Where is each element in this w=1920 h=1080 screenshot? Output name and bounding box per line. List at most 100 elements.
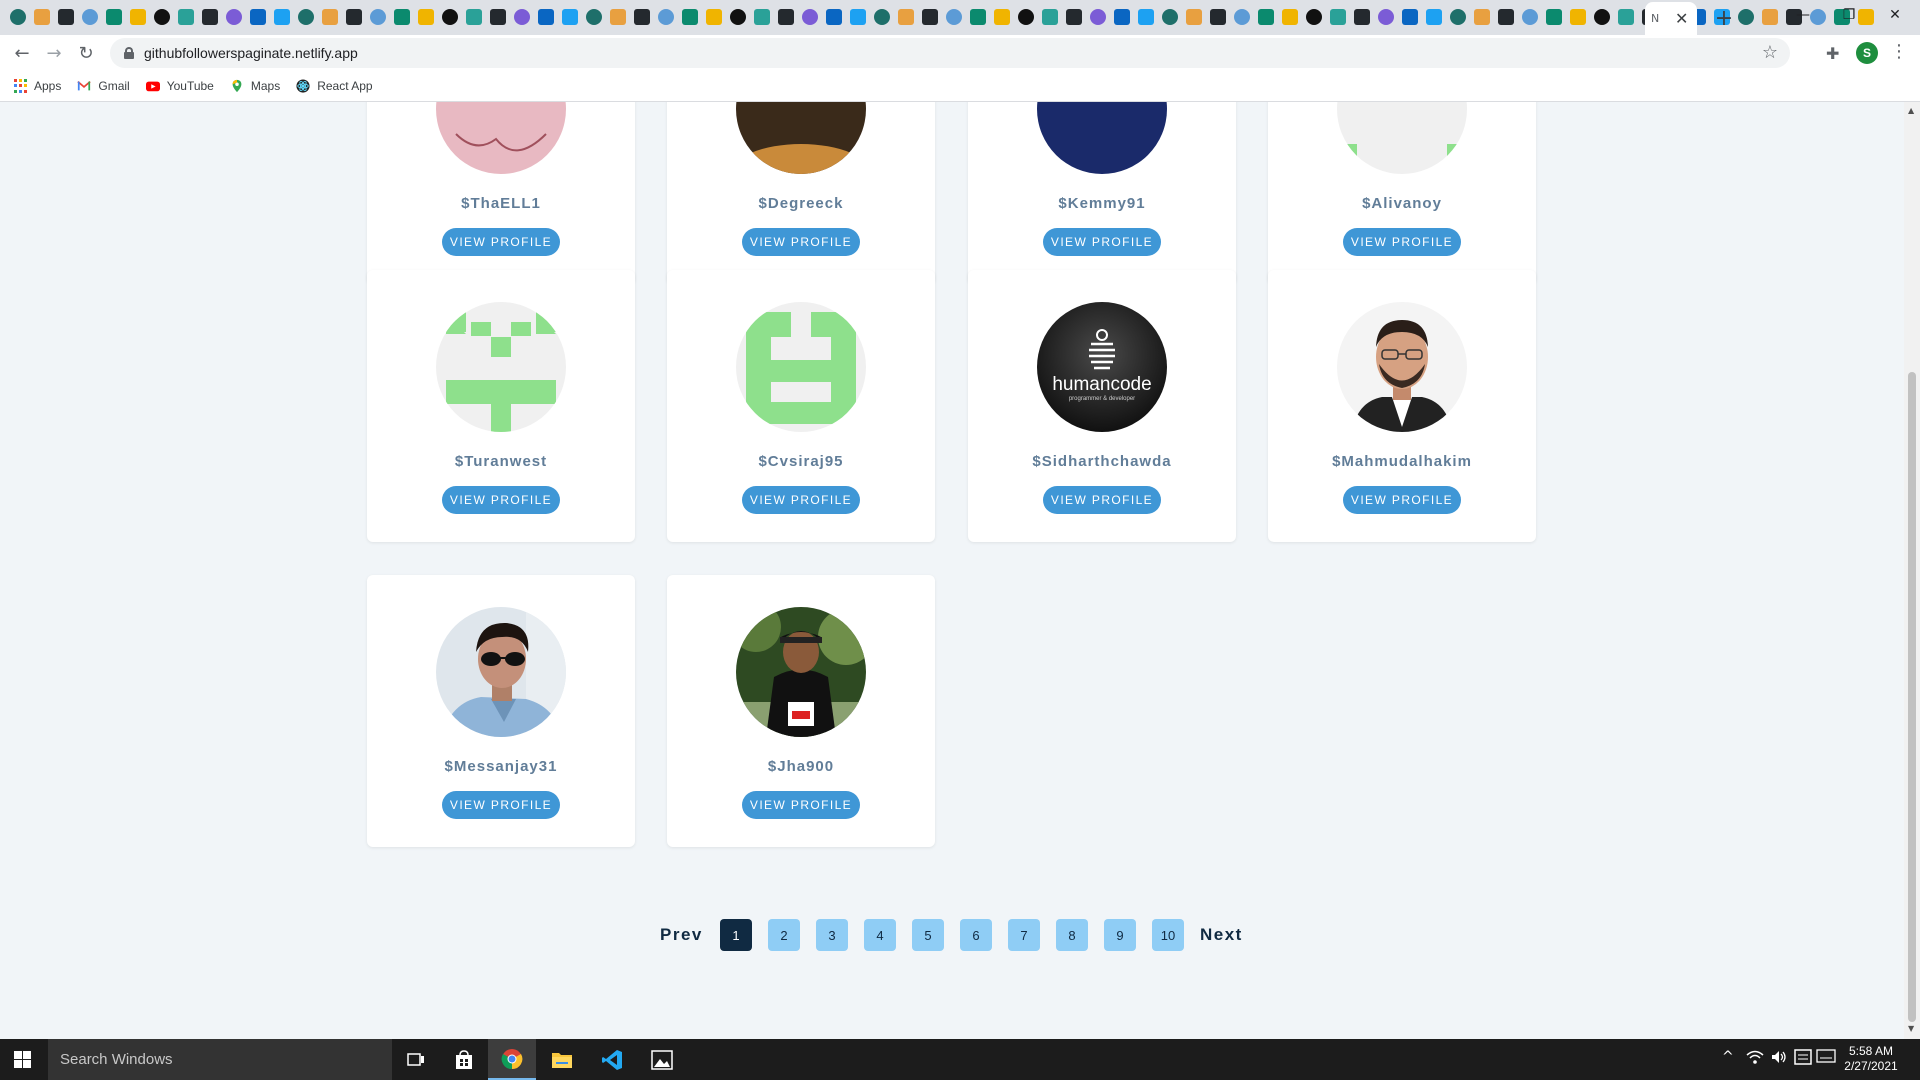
tab-favicon-icon[interactable] xyxy=(824,7,844,27)
tab-favicon-icon[interactable] xyxy=(1520,7,1540,27)
tab-favicon-icon[interactable] xyxy=(1352,7,1372,27)
tab-favicon-icon[interactable] xyxy=(32,7,52,27)
tab-favicon-icon[interactable] xyxy=(416,7,436,27)
tab-favicon-icon[interactable] xyxy=(872,7,892,27)
tab-favicon-icon[interactable] xyxy=(1088,7,1108,27)
tab-favicon-icon[interactable] xyxy=(1568,7,1588,27)
next-button[interactable]: Next xyxy=(1200,925,1243,945)
view-profile-button[interactable]: VIEW PROFILE xyxy=(442,791,560,819)
page-button-10[interactable]: 10 xyxy=(1152,919,1184,951)
tab-favicon-icon[interactable] xyxy=(200,7,220,27)
tab-favicon-icon[interactable] xyxy=(1424,7,1444,27)
tab-favicon-icon[interactable] xyxy=(680,7,700,27)
window-close-icon[interactable]: ✕ xyxy=(1872,0,1918,30)
menu-kebab-icon[interactable]: ⋮ xyxy=(1890,41,1908,62)
tab-favicon-icon[interactable] xyxy=(1016,7,1036,27)
page-button-7[interactable]: 7 xyxy=(1008,919,1040,951)
extensions-puzzle-icon[interactable]: ✚ xyxy=(1826,44,1839,63)
back-arrow-icon[interactable]: ← xyxy=(10,41,34,65)
tab-favicon-icon[interactable] xyxy=(1040,7,1060,27)
view-profile-button[interactable]: VIEW PROFILE xyxy=(742,791,860,819)
minimize-icon[interactable]: — xyxy=(1780,0,1826,30)
page-button-6[interactable]: 6 xyxy=(960,919,992,951)
tab-favicon-icon[interactable] xyxy=(1472,7,1492,27)
page-button-2[interactable]: 2 xyxy=(768,919,800,951)
tab-favicon-icon[interactable] xyxy=(1304,7,1324,27)
tab-favicon-icon[interactable] xyxy=(920,7,940,27)
tab-favicon-icon[interactable] xyxy=(1064,7,1084,27)
tab-favicon-icon[interactable] xyxy=(656,7,676,27)
tab-favicon-icon[interactable] xyxy=(368,7,388,27)
tab-favicon-icon[interactable] xyxy=(1184,7,1204,27)
wifi-icon[interactable] xyxy=(1746,1049,1764,1069)
tab-favicon-icon[interactable] xyxy=(800,7,820,27)
tab-favicon-icon[interactable] xyxy=(176,7,196,27)
tab-favicon-icon[interactable] xyxy=(992,7,1012,27)
close-tab-icon[interactable]: ✕ xyxy=(1675,9,1688,28)
tab-favicon-icon[interactable] xyxy=(752,7,772,27)
tab-favicon-icon[interactable] xyxy=(632,7,652,27)
active-tab[interactable]: N ✕ xyxy=(1645,2,1697,35)
bookmark-gmail[interactable]: Gmail xyxy=(77,79,130,93)
tab-favicon-icon[interactable] xyxy=(896,7,916,27)
tab-favicon-icon[interactable] xyxy=(1280,7,1300,27)
reload-icon[interactable]: ↻ xyxy=(74,41,98,65)
tab-favicon-icon[interactable] xyxy=(488,7,508,27)
tab-favicon-icon[interactable] xyxy=(80,7,100,27)
scrollbar-thumb[interactable] xyxy=(1908,372,1916,1022)
store-icon[interactable] xyxy=(440,1039,488,1080)
forward-arrow-icon[interactable]: → xyxy=(42,41,66,65)
bookmark-apps[interactable]: Apps xyxy=(14,79,61,93)
view-profile-button[interactable]: VIEW PROFILE xyxy=(442,228,560,256)
view-profile-button[interactable]: VIEW PROFILE xyxy=(1043,486,1161,514)
tab-favicon-icon[interactable] xyxy=(776,7,796,27)
action-center-icon[interactable] xyxy=(1794,1049,1812,1069)
tab-favicon-icon[interactable] xyxy=(968,7,988,27)
tab-favicon-icon[interactable] xyxy=(848,7,868,27)
profile-avatar[interactable]: S xyxy=(1856,42,1878,64)
view-profile-button[interactable]: VIEW PROFILE xyxy=(742,486,860,514)
tab-favicon-icon[interactable] xyxy=(560,7,580,27)
bookmark-maps[interactable]: Maps xyxy=(230,79,280,93)
tab-favicon-icon[interactable] xyxy=(344,7,364,27)
taskbar-search-box[interactable]: Search Windows xyxy=(48,1039,392,1080)
file-explorer-icon[interactable] xyxy=(538,1039,586,1080)
bookmark-react-app[interactable]: React App xyxy=(296,79,373,93)
volume-icon[interactable] xyxy=(1770,1049,1788,1069)
tab-favicon-icon[interactable] xyxy=(392,7,412,27)
tab-favicon-icon[interactable] xyxy=(608,7,628,27)
tab-favicon-icon[interactable] xyxy=(1736,7,1756,27)
system-clock[interactable]: 5:58 AM 2/27/2021 xyxy=(1836,1044,1906,1074)
tab-favicon-icon[interactable] xyxy=(1232,7,1252,27)
show-hidden-icons-chevron-icon[interactable]: ^ xyxy=(1722,1049,1734,1065)
new-tab-button[interactable]: + xyxy=(1710,4,1738,32)
tab-favicon-icon[interactable] xyxy=(728,7,748,27)
keyboard-icon[interactable] xyxy=(1816,1049,1836,1067)
tab-favicon-icon[interactable] xyxy=(464,7,484,27)
tab-favicon-icon[interactable] xyxy=(1448,7,1468,27)
tab-favicon-icon[interactable] xyxy=(512,7,532,27)
bookmark-star-icon[interactable]: ☆ xyxy=(1762,42,1778,63)
tab-favicon-icon[interactable] xyxy=(1376,7,1396,27)
tab-favicon-icon[interactable] xyxy=(128,7,148,27)
tab-favicon-icon[interactable] xyxy=(296,7,316,27)
tab-favicon-icon[interactable] xyxy=(1112,7,1132,27)
prev-button[interactable]: Prev xyxy=(660,925,703,945)
tab-favicon-icon[interactable] xyxy=(1160,7,1180,27)
address-bar[interactable]: githubfollowerspaginate.netlify.app ☆ xyxy=(110,38,1790,68)
view-profile-button[interactable]: VIEW PROFILE xyxy=(1043,228,1161,256)
page-button-8[interactable]: 8 xyxy=(1056,919,1088,951)
vscode-icon[interactable] xyxy=(588,1039,636,1080)
view-profile-button[interactable]: VIEW PROFILE xyxy=(1343,486,1461,514)
tab-favicon-icon[interactable] xyxy=(1760,7,1780,27)
tab-favicon-icon[interactable] xyxy=(1328,7,1348,27)
page-button-9[interactable]: 9 xyxy=(1104,919,1136,951)
view-profile-button[interactable]: VIEW PROFILE xyxy=(442,486,560,514)
tab-favicon-icon[interactable] xyxy=(1400,7,1420,27)
bookmark-youtube[interactable]: YouTube xyxy=(145,79,214,93)
scroll-up-icon[interactable]: ▲ xyxy=(1908,106,1914,115)
tab-favicon-icon[interactable] xyxy=(1592,7,1612,27)
tab-favicon-icon[interactable] xyxy=(152,7,172,27)
tab-favicon-icon[interactable] xyxy=(56,7,76,27)
tab-favicon-icon[interactable] xyxy=(1616,7,1636,27)
